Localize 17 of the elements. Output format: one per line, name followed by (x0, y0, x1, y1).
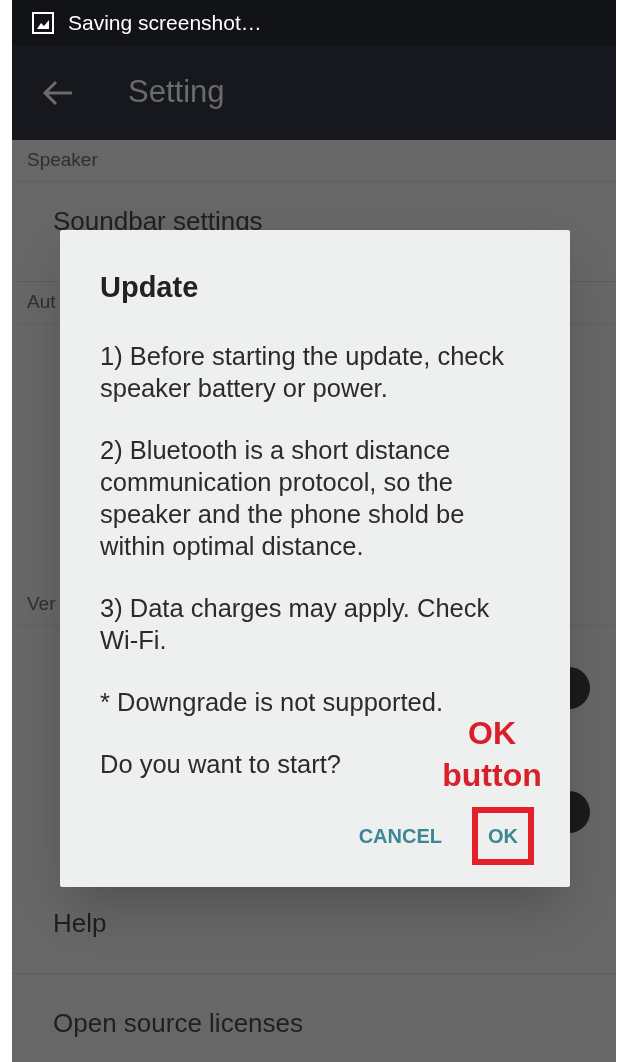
dialog-message: 3) Data charges may apply. Check Wi-Fi. (100, 592, 491, 656)
dialog-message: * Downgrade is not supported. (100, 686, 444, 718)
app-bar-title: Setting (128, 73, 225, 112)
dialog-title: Update (100, 270, 200, 305)
annotation-label: OK button (441, 714, 543, 795)
dialog-message: 1) Before starting the update, check speaker battery or power. (100, 340, 505, 404)
settings-item[interactable]: Open source licenses (53, 1004, 304, 1043)
section-header: Aut (27, 290, 56, 315)
image-icon (32, 11, 54, 34)
back-arrow-icon[interactable] (42, 79, 74, 106)
dialog-button[interactable]: CANCEL (348, 807, 452, 865)
notification-text: Saving screenshot… (68, 9, 262, 36)
dialog-message: Do you want to start? (100, 748, 341, 780)
dialog-button[interactable]: OK (472, 807, 534, 865)
section-header: Speaker (27, 148, 98, 173)
settings-item[interactable]: Help (53, 904, 107, 943)
dialog-message: 2) Bluetooth is a short distance communication protocol, so the speaker and the phone shold be within optimal distance. (100, 434, 466, 562)
